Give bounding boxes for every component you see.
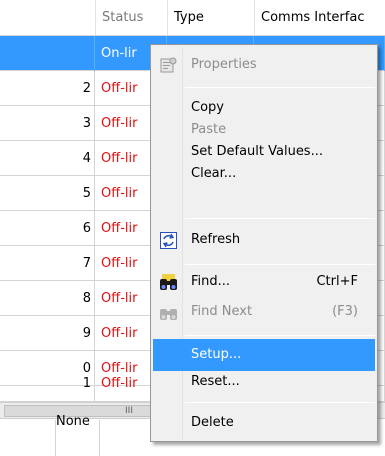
row-index: 4	[0, 141, 95, 176]
header-comms-interface[interactable]: Comms Interfac	[254, 0, 385, 36]
menu-item-refresh[interactable]: Refresh	[153, 224, 375, 256]
row-index: 1	[0, 366, 95, 401]
row-index: 7	[0, 246, 95, 281]
row-index: 8	[0, 281, 95, 316]
menu-item-label: Properties	[191, 57, 257, 72]
menu-item-label: Reset...	[191, 374, 240, 389]
binoculars-icon	[159, 303, 178, 322]
lower-pane-cell	[0, 420, 56, 456]
context-menu: Properties Copy Paste Set Default Values…	[150, 44, 378, 442]
menu-item-shortcut: (F3)	[332, 304, 358, 319]
header-status[interactable]: Status	[95, 0, 167, 36]
menu-item-delete[interactable]: Delete	[153, 407, 375, 439]
header-index[interactable]	[0, 0, 95, 36]
refresh-icon	[159, 231, 178, 250]
menu-separator	[185, 402, 375, 403]
menu-separator	[185, 335, 375, 336]
row-index: 6	[0, 211, 95, 246]
row-index: 9	[0, 316, 95, 351]
properties-icon	[159, 56, 178, 75]
menu-item-label: Clear...	[191, 166, 237, 181]
row-index: 5	[0, 176, 95, 211]
menu-item-label: Delete	[191, 415, 234, 430]
menu-separator	[185, 87, 375, 88]
menu-item-label: Refresh	[191, 232, 241, 247]
menu-item-shortcut: Ctrl+F	[316, 274, 358, 289]
menu-item-find[interactable]: Find... Ctrl+F	[153, 266, 375, 298]
menu-item-clear[interactable]: Clear...	[153, 158, 375, 190]
row-index: 2	[0, 71, 95, 106]
row-index: 3	[0, 106, 95, 141]
binoculars-icon	[159, 273, 178, 292]
menu-item-label: Find Next	[191, 304, 253, 319]
lower-pane-cell	[56, 420, 100, 456]
menu-item-reset[interactable]: Reset...	[153, 366, 375, 398]
header-type[interactable]: Type	[167, 0, 254, 36]
menu-item-find-next[interactable]: Find Next (F3)	[153, 296, 375, 328]
menu-item-label: Find...	[191, 274, 231, 289]
menu-separator	[185, 264, 375, 265]
menu-separator	[185, 218, 375, 219]
row-index	[0, 36, 95, 71]
menu-item-properties[interactable]: Properties	[153, 49, 375, 81]
